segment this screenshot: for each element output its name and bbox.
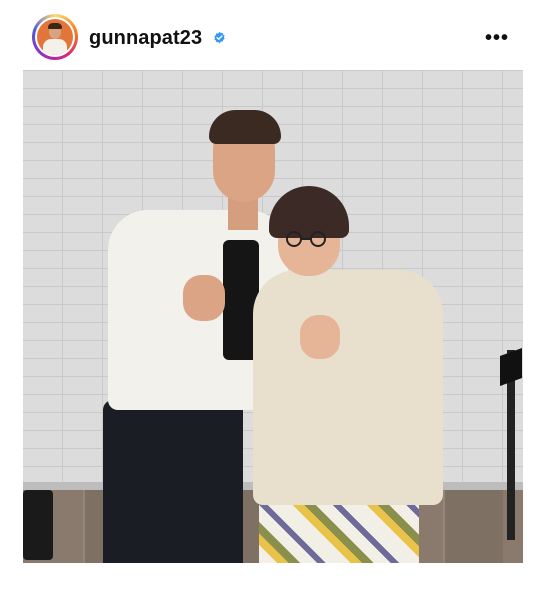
avatar-image	[37, 19, 73, 55]
avatar-border	[35, 17, 75, 57]
man-hand-heart-gesture	[183, 275, 225, 321]
post-photo[interactable]	[23, 70, 523, 563]
woman-hand-heart-gesture	[300, 315, 340, 359]
woman-cream-jacket	[253, 270, 443, 505]
man-jeans	[103, 400, 243, 563]
glasses-icon	[286, 231, 326, 247]
username-link[interactable]: gunnapat23	[89, 27, 202, 50]
speaker	[23, 490, 53, 560]
verified-badge-icon	[214, 31, 225, 44]
avatar[interactable]	[32, 14, 78, 60]
more-options-button[interactable]: •••	[485, 28, 509, 48]
post-header: gunnapat23 •••	[0, 0, 541, 70]
man-hair	[209, 110, 281, 144]
